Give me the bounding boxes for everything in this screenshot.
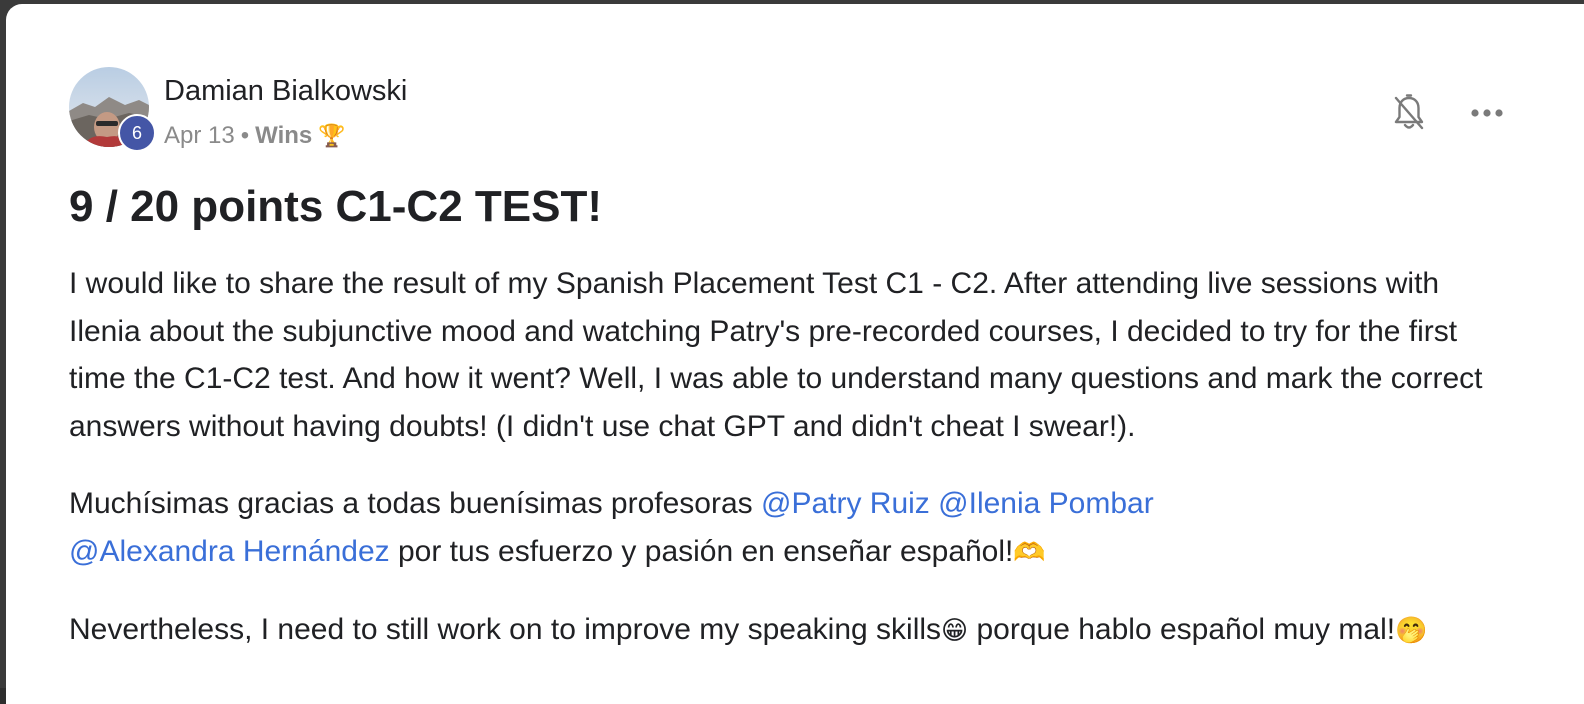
level-badge: 6: [118, 114, 156, 152]
post-header: 6 Damian Bialkowski Apr 13 • Wins 🏆: [69, 67, 1509, 157]
meta-separator: •: [240, 122, 250, 149]
trophy-icon: 🏆: [318, 123, 346, 148]
post-category[interactable]: Wins: [255, 122, 312, 150]
post-title: 9 / 20 points C1-C2 TEST!: [69, 182, 602, 231]
heart-hands-emoji: 🫶: [1013, 536, 1046, 567]
post-body: I would like to share the result of my S…: [69, 260, 1509, 655]
paragraph-text: porque hablo español muy mal!: [968, 613, 1396, 646]
more-options-button[interactable]: [1465, 91, 1509, 135]
post-meta: Apr 13 • Wins 🏆: [164, 122, 346, 150]
paragraph-text: Muchísimas gracias a todas buenísimas pr…: [69, 487, 761, 520]
more-horizontal-icon: [1471, 109, 1503, 117]
post-paragraph: I would like to share the result of my S…: [69, 267, 1483, 443]
post-modal: 6 Damian Bialkowski Apr 13 • Wins 🏆 9 / …: [6, 4, 1584, 704]
post-paragraph: Nevertheless, I need to still work on to…: [69, 606, 1509, 655]
post-paragraph: Muchísimas gracias a todas buenísimas pr…: [69, 480, 1509, 576]
author-avatar-wrap[interactable]: 6: [69, 67, 156, 153]
paragraph-text: por tus esfuerzo y pasión en enseñar esp…: [389, 534, 1014, 568]
notifications-toggle-button[interactable]: [1387, 91, 1431, 135]
hand-over-mouth-emoji: 🤭: [1395, 615, 1428, 645]
paragraph-text: Nevertheless, I need to still work on to…: [69, 613, 942, 646]
author-name[interactable]: Damian Bialkowski: [164, 75, 407, 108]
post-date[interactable]: Apr 13: [164, 122, 235, 150]
mention-link[interactable]: @Alexandra Hernández: [69, 535, 390, 568]
bell-off-icon: [1394, 94, 1424, 130]
mention-link[interactable]: @Ilenia Pombar: [938, 487, 1154, 520]
post-actions: [1387, 91, 1509, 135]
grin-emoji: 😁: [941, 615, 969, 645]
mention-link[interactable]: @Patry Ruiz: [761, 487, 930, 520]
